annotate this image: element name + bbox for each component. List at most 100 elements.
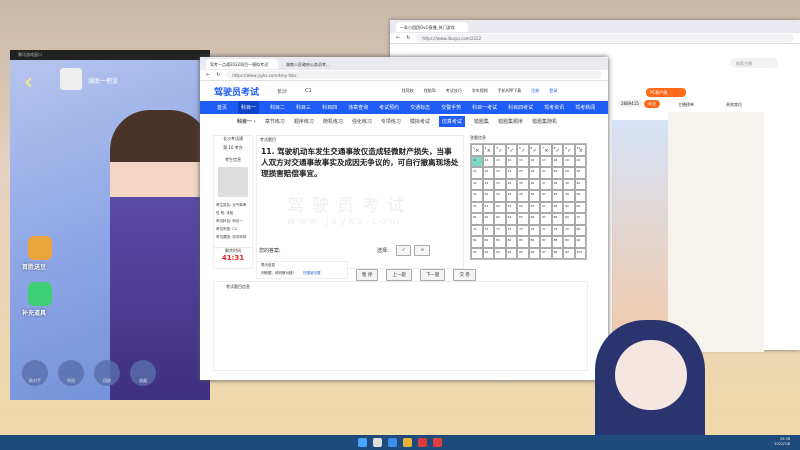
app-icon[interactable] [418, 438, 427, 447]
tab-douyu[interactable]: 一条小团团OvO直播_热门游戏 [396, 21, 468, 32]
question-cell[interactable]: 52 [482, 201, 494, 213]
sub-nav-item[interactable]: 仿真考试 [438, 115, 465, 127]
question-cell[interactable]: 35 [517, 178, 529, 190]
question-cell[interactable]: 80 [574, 224, 586, 236]
question-cell[interactable]: 58 [551, 201, 563, 213]
question-cell[interactable]: 42 [482, 190, 494, 202]
question-cell[interactable]: 36 [528, 178, 540, 190]
question-cell[interactable]: 29 [563, 167, 575, 179]
question-cell[interactable]: 93 [494, 247, 506, 259]
back-icon[interactable]: ← [206, 72, 210, 78]
question-cell[interactable]: 75 [517, 224, 529, 236]
question-cell[interactable]: 44 [505, 190, 517, 202]
question-cell[interactable]: 72 [482, 224, 494, 236]
city[interactable]: 长沙 [277, 88, 287, 95]
question-cell[interactable]: 19 [563, 155, 575, 167]
tab-exam[interactable]: 驾考一点通2022科目一模拟考试 [206, 58, 278, 69]
question-cell[interactable]: 26 [528, 167, 540, 179]
question-cell[interactable]: 55 [517, 201, 529, 213]
question-cell[interactable]: 9 ✓ [563, 144, 575, 156]
edge-icon[interactable] [388, 438, 397, 447]
question-cell[interactable]: 4 ✓ [505, 144, 517, 156]
site-logo[interactable]: 驾驶员考试 [214, 85, 259, 98]
question-cell[interactable]: 100 [574, 247, 586, 259]
question-cell[interactable]: 70 [574, 213, 586, 225]
question-cell[interactable]: 51 [471, 201, 483, 213]
explorer-icon[interactable] [403, 438, 412, 447]
car-type[interactable]: C1 [305, 88, 312, 94]
toplink[interactable]: 找驾校 [402, 88, 414, 94]
question-cell[interactable]: 74 [505, 224, 517, 236]
question-cell[interactable]: 31 [471, 178, 483, 190]
question-cell[interactable]: 79 [563, 224, 575, 236]
question-cell[interactable]: 68 [551, 213, 563, 225]
rank-anchor[interactable]: 主播榜单 [678, 102, 694, 108]
nav-item[interactable]: 科目四 [322, 104, 337, 111]
question-cell[interactable]: 25 [517, 167, 529, 179]
nav-item[interactable]: 交警手势 [441, 104, 461, 111]
nav-item[interactable]: 交通标志 [410, 104, 430, 111]
back-icon[interactable]: ← [396, 35, 400, 41]
question-cell[interactable]: 89 [563, 236, 575, 248]
register-link[interactable]: 注册 [531, 88, 539, 94]
toplink[interactable]: 找陪驾 [424, 88, 436, 94]
question-cell[interactable]: 99 [563, 247, 575, 259]
nav-item[interactable]: 科目一考试 [472, 104, 497, 111]
question-cell[interactable]: 64 [505, 213, 517, 225]
question-cell[interactable]: 5 ✓ [517, 144, 529, 156]
question-cell[interactable]: 48 [551, 190, 563, 202]
question-cell[interactable]: 90 [574, 236, 586, 248]
question-cell[interactable]: 30 [574, 167, 586, 179]
tab-gov[interactable]: 湖南人民政府公务员考... [282, 58, 354, 69]
question-cell[interactable]: 65 [517, 213, 529, 225]
prev-button[interactable]: 上一题 [386, 269, 412, 281]
follow-button[interactable]: 关注 [644, 100, 660, 108]
sub-nav-item[interactable]: 强化练习 [352, 118, 372, 125]
question-cell[interactable]: 73 [494, 224, 506, 236]
question-cell[interactable]: 88 [551, 236, 563, 248]
nav-item[interactable]: 考试预约 [379, 104, 399, 111]
gift-chest-icon[interactable] [28, 236, 52, 260]
nav-item[interactable]: 科目一 [238, 101, 260, 114]
question-cell[interactable]: 21 [471, 167, 483, 179]
sub-nav-item[interactable]: 错题集顺序 [498, 118, 523, 125]
nav-item[interactable]: 驾考资讯 [544, 104, 564, 111]
question-cell[interactable]: 83 [494, 236, 506, 248]
question-cell[interactable]: 50 [574, 190, 586, 202]
address-bar[interactable]: https://www.douyu.com/2222 [416, 34, 794, 42]
question-cell[interactable]: 82 [482, 236, 494, 248]
question-cell[interactable]: 16 [528, 155, 540, 167]
submit-button[interactable]: 交 卷 [453, 269, 476, 281]
nav-item[interactable]: 驾考新闻 [575, 104, 595, 111]
question-cell[interactable]: 78 [551, 224, 563, 236]
question-cell[interactable]: 77 [540, 224, 552, 236]
gift2-label[interactable]: 补充道具 [22, 308, 46, 317]
answer-false-button[interactable]: × [414, 245, 431, 256]
question-cell[interactable]: 33 [494, 178, 506, 190]
question-cell[interactable]: 47 [540, 190, 552, 202]
switch-opponent-button[interactable]: 换对手 [22, 360, 48, 386]
nav-item[interactable]: 首页 [217, 104, 227, 111]
answer-true-button[interactable]: ✓ [395, 245, 412, 256]
question-cell[interactable]: 8 ✓ [551, 144, 563, 156]
nav-item[interactable]: 科目二 [270, 104, 285, 111]
supply-icon[interactable] [28, 282, 52, 306]
search-input[interactable]: 搜索主播 [730, 58, 778, 68]
question-cell[interactable]: 60 [574, 201, 586, 213]
question-cell[interactable]: 92 [482, 247, 494, 259]
question-cell[interactable]: 22 [482, 167, 494, 179]
sub-nav-title[interactable]: 科目一 › [237, 118, 256, 125]
windows-start-icon[interactable] [358, 438, 367, 447]
question-cell[interactable]: 67 [540, 213, 552, 225]
sub-nav-item[interactable]: 模拟考试 [410, 118, 430, 125]
reload-icon[interactable]: ↻ [406, 35, 410, 41]
question-cell[interactable]: 69 [563, 213, 575, 225]
toplink[interactable]: 考试技巧 [446, 88, 462, 94]
question-cell[interactable]: 2 × [482, 144, 494, 156]
question-cell[interactable]: 27 [540, 167, 552, 179]
question-cell[interactable]: 61 [471, 213, 483, 225]
question-cell[interactable]: 76 [528, 224, 540, 236]
question-cell[interactable]: 3 ✓ [494, 144, 506, 156]
question-cell[interactable]: 32 [482, 178, 494, 190]
question-cell[interactable]: 24 [505, 167, 517, 179]
